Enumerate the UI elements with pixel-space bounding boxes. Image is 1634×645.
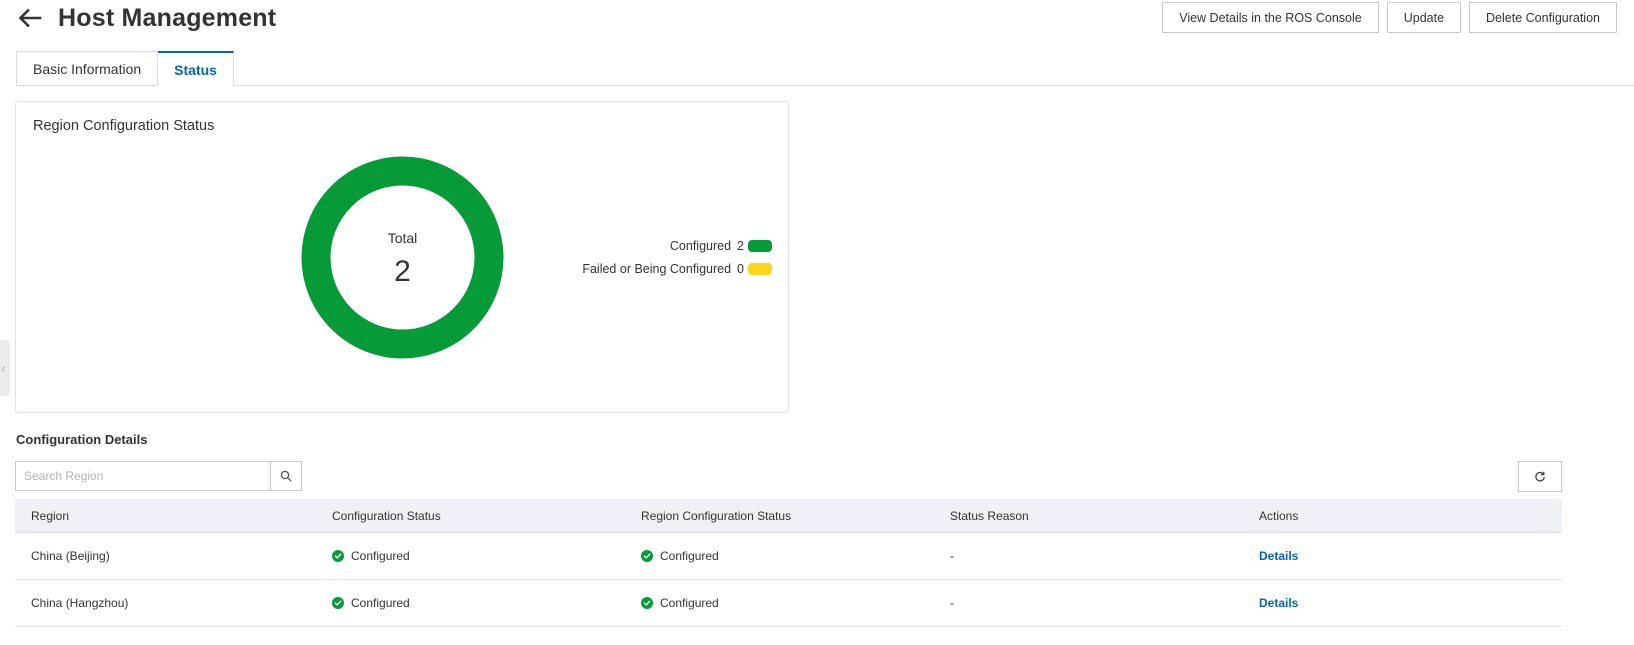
legend-count: 2 (737, 238, 744, 253)
column-header-region: Region (31, 508, 70, 523)
legend-label: Configured (669, 238, 732, 253)
region-cell: China (Hangzhou) (31, 596, 129, 610)
details-link[interactable]: Details (1259, 596, 1298, 610)
table-row: China (Beijing) Configured Configured - … (15, 533, 1562, 580)
status-reason-cell: - (950, 596, 954, 610)
table-header: Region Configuration Status Region Confi… (15, 499, 1562, 533)
refresh-icon (1535, 471, 1545, 481)
status-donut-chart: Total 2 (301, 156, 504, 359)
donut-total-value: 2 (394, 255, 411, 288)
configuration-table: Region Configuration Status Region Confi… (15, 499, 1562, 627)
legend-item-failed: Failed or Being Configured 0 (582, 261, 772, 276)
card-title: Region Configuration Status (33, 118, 215, 134)
details-link[interactable]: Details (1259, 549, 1298, 563)
status-text: Configured (660, 549, 719, 563)
column-header-config-status: Configuration Status (332, 508, 441, 523)
status-reason-cell: - (950, 549, 954, 563)
status-text: Configured (351, 596, 410, 610)
region-status-card: Region Configuration Status Total 2 Conf… (15, 101, 789, 413)
column-header-region-config-status: Region Configuration Status (641, 508, 792, 523)
column-header-actions: Actions (1259, 508, 1299, 523)
donut-total-label: Total (388, 230, 418, 246)
config-status-cell: Configured (316, 596, 625, 610)
legend-label: Failed or Being Configured (582, 261, 732, 276)
check-circle-icon (641, 550, 653, 562)
section-title: Configuration Details (16, 432, 148, 447)
check-circle-icon (641, 597, 653, 609)
region-cell: China (Beijing) (31, 549, 110, 563)
chart-legend: Configured 2 Failed or Being Configured … (582, 238, 772, 276)
check-circle-icon (332, 597, 344, 609)
status-text: Configured (660, 596, 719, 610)
status-text: Configured (351, 549, 410, 563)
tab-basic-information[interactable]: Basic Information (16, 51, 159, 85)
search-button[interactable] (270, 462, 301, 490)
page-header: Host Management (16, 0, 276, 36)
view-ros-console-button[interactable]: View Details in the ROS Console (1162, 2, 1379, 33)
actions-cell: Details (1243, 549, 1562, 563)
actions-cell: Details (1243, 596, 1562, 610)
region-status-cell: Configured (625, 549, 934, 563)
back-button[interactable] (16, 4, 44, 32)
region-status-cell: Configured (625, 596, 934, 610)
search-input[interactable] (16, 462, 270, 490)
update-button[interactable]: Update (1386, 2, 1462, 33)
legend-item-configured: Configured 2 (670, 238, 772, 253)
legend-count: 0 (737, 261, 744, 276)
tab-bar: Basic Information Status (16, 51, 1634, 86)
table-row: China (Hangzhou) Configured Configured -… (15, 580, 1562, 627)
search-box (15, 461, 302, 491)
sidebar-collapse-handle[interactable]: ‹ (0, 340, 10, 396)
search-icon (280, 470, 292, 482)
page-title: Host Management (58, 3, 277, 32)
check-circle-icon (332, 550, 344, 562)
header-actions: View Details in the ROS Console Update D… (1162, 2, 1617, 33)
config-status-cell: Configured (316, 549, 625, 563)
column-header-status-reason: Status Reason (950, 508, 1029, 523)
chevron-left-icon: ‹ (1, 360, 6, 376)
legend-swatch (748, 262, 772, 275)
delete-configuration-button[interactable]: Delete Configuration (1469, 2, 1617, 33)
arrow-left-icon (18, 8, 42, 28)
tab-status[interactable]: Status (158, 51, 234, 86)
legend-swatch (748, 239, 772, 252)
refresh-button[interactable] (1518, 461, 1562, 492)
